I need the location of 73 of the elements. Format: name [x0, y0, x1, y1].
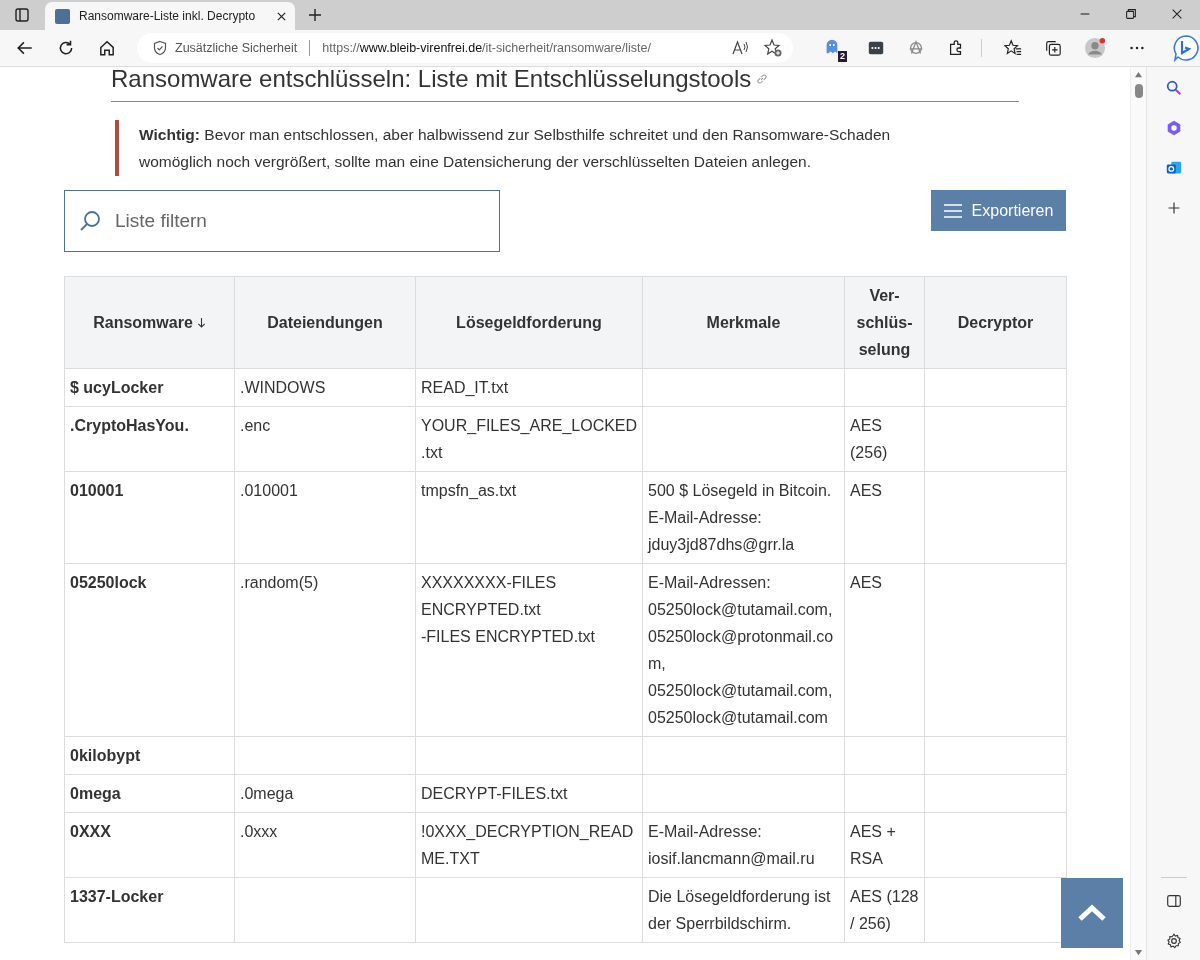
table-cell: 0XXX	[70, 823, 111, 840]
table-cell: YOUR_FILES_ARE_LOCKED.txt	[421, 417, 638, 461]
tab-actions-icon[interactable]	[14, 7, 30, 23]
table-cell: Die Lösegeldforderung ist der Sperrbildschirm.	[648, 888, 831, 932]
restore-icon[interactable]	[1124, 7, 1138, 21]
column-header[interactable]: Decryptor	[924, 276, 1067, 369]
security-label: Zusätzliche Sicherheit	[175, 41, 298, 55]
chevron-up-icon	[1077, 904, 1107, 922]
table-cell: 1337-Locker	[70, 888, 164, 905]
reload-icon[interactable]	[57, 39, 75, 57]
profile-avatar-icon[interactable]	[1084, 37, 1106, 59]
shield-icon[interactable]	[152, 40, 168, 56]
table-cell: AES	[850, 574, 882, 591]
page-heading: Ransomware entschlüsseln: Liste mit Entschlüsselungstools	[111, 67, 752, 91]
menu-icon	[943, 203, 962, 218]
address-bar[interactable]: Zusätzliche Sicherheit https://www.bleib-virenfrei.de/it-sicherheit/ransomware/liste/	[137, 33, 794, 63]
column-header[interactable]: Lösegeldforderung	[415, 276, 643, 369]
column-header[interactable]: Dateiendungen	[234, 276, 416, 369]
table-cell: E-Mail-Adressen: 05250lock@tutamail.com, 05250lock@protonmail.com, 05250lock@tutamail.com, 05250lock@tutamail.com	[648, 574, 834, 726]
settings-icon[interactable]	[1164, 932, 1183, 950]
scrollbar-thumb[interactable]	[1134, 84, 1143, 98]
search-icon	[78, 209, 102, 233]
home-icon[interactable]	[98, 39, 116, 57]
table-cell: .010001	[240, 482, 298, 499]
back-icon[interactable]	[16, 39, 34, 57]
table-cell: !0XXX_DECRYPTION_README.TXT	[421, 823, 634, 867]
extension-badge: 2	[838, 51, 848, 62]
scroll-to-top-button[interactable]	[1061, 878, 1123, 948]
table-cell: E-Mail-Adresse: iosif.lancmann@mail.ru	[648, 823, 815, 867]
filter-field[interactable]: Liste filtern	[64, 190, 500, 252]
table-cell: .0mega	[240, 785, 294, 802]
table-cell: .enc	[240, 417, 271, 434]
scroll-down-icon[interactable]	[1134, 949, 1143, 956]
column-header[interactable]: Merkmale	[642, 276, 845, 369]
table-cell: .WINDOWS	[240, 379, 326, 396]
tab-title: Ransomware-Liste inkl. Decrypto	[79, 9, 257, 23]
table-cell: $ ucyLocker	[70, 379, 164, 396]
table-cell: XXXXXXXX-FILES ENCRYPTED.txt -FILES ENCRYPTED.txt	[421, 574, 595, 645]
table-cell: 0mega	[70, 785, 121, 802]
close-window-icon[interactable]	[1170, 7, 1184, 21]
table-cell: AES	[850, 482, 882, 499]
table-cell: 0kilobypt	[70, 747, 141, 764]
scrollbar[interactable]	[1130, 67, 1146, 960]
url-text: https://www.bleib-virenfrei.de/it-sicherheit/ransomware/liste/	[322, 41, 651, 55]
table-cell: AES (256)	[850, 417, 888, 461]
table-cell: .random(5)	[240, 574, 319, 591]
table-cell: AES + RSA	[850, 823, 896, 867]
add-favorite-icon[interactable]	[763, 38, 784, 58]
column-header[interactable]: Ransomware	[64, 276, 235, 369]
sidebar-panel-icon[interactable]	[1164, 892, 1183, 910]
search-icon[interactable]	[1164, 79, 1183, 97]
password-icon[interactable]	[867, 39, 886, 57]
sort-down-icon	[196, 317, 206, 328]
table-cell: AES (128 / 256)	[850, 888, 919, 932]
favorites-icon[interactable]	[1004, 39, 1022, 57]
chat-bubble-icon[interactable]	[1172, 34, 1200, 62]
table-cell: DECRYPT-FILES.txt	[421, 785, 568, 802]
table-cell: 010001	[70, 482, 124, 499]
notice-text: Wichtig: Bevor man entschlossen, aber halbwissend zur Selbsthilfe schreitet und den Ransomware-Schaden womöglich noch vergrößert, sollte man eine Datensicherung der verschlüsselten Dateien anlegen.	[139, 125, 892, 172]
new-tab-icon[interactable]	[307, 7, 323, 23]
export-button[interactable]: Exportieren	[931, 190, 1066, 231]
collections-icon[interactable]	[1044, 39, 1062, 57]
close-icon[interactable]	[276, 10, 287, 22]
table-cell: .0xxx	[240, 823, 278, 840]
table-cell: 05250lock	[70, 574, 147, 591]
table-cell: READ_IT.txt	[421, 379, 509, 396]
table-cell: .CryptoHasYou.	[70, 417, 189, 434]
table-cell: 500 $ Lösegeld in Bitcoin. E-Mail-Adresse: jduy3jd87dhs@grr.la	[648, 482, 832, 553]
site-favicon-icon	[55, 8, 70, 24]
browser-tab[interactable]: Ransomware-Liste inkl. Decrypto	[45, 2, 295, 30]
table-cell: tmpsfn_as.txt	[421, 482, 517, 499]
scroll-up-icon[interactable]	[1134, 71, 1143, 78]
column-header[interactable]: Ver-schlüs-selung	[844, 276, 925, 369]
